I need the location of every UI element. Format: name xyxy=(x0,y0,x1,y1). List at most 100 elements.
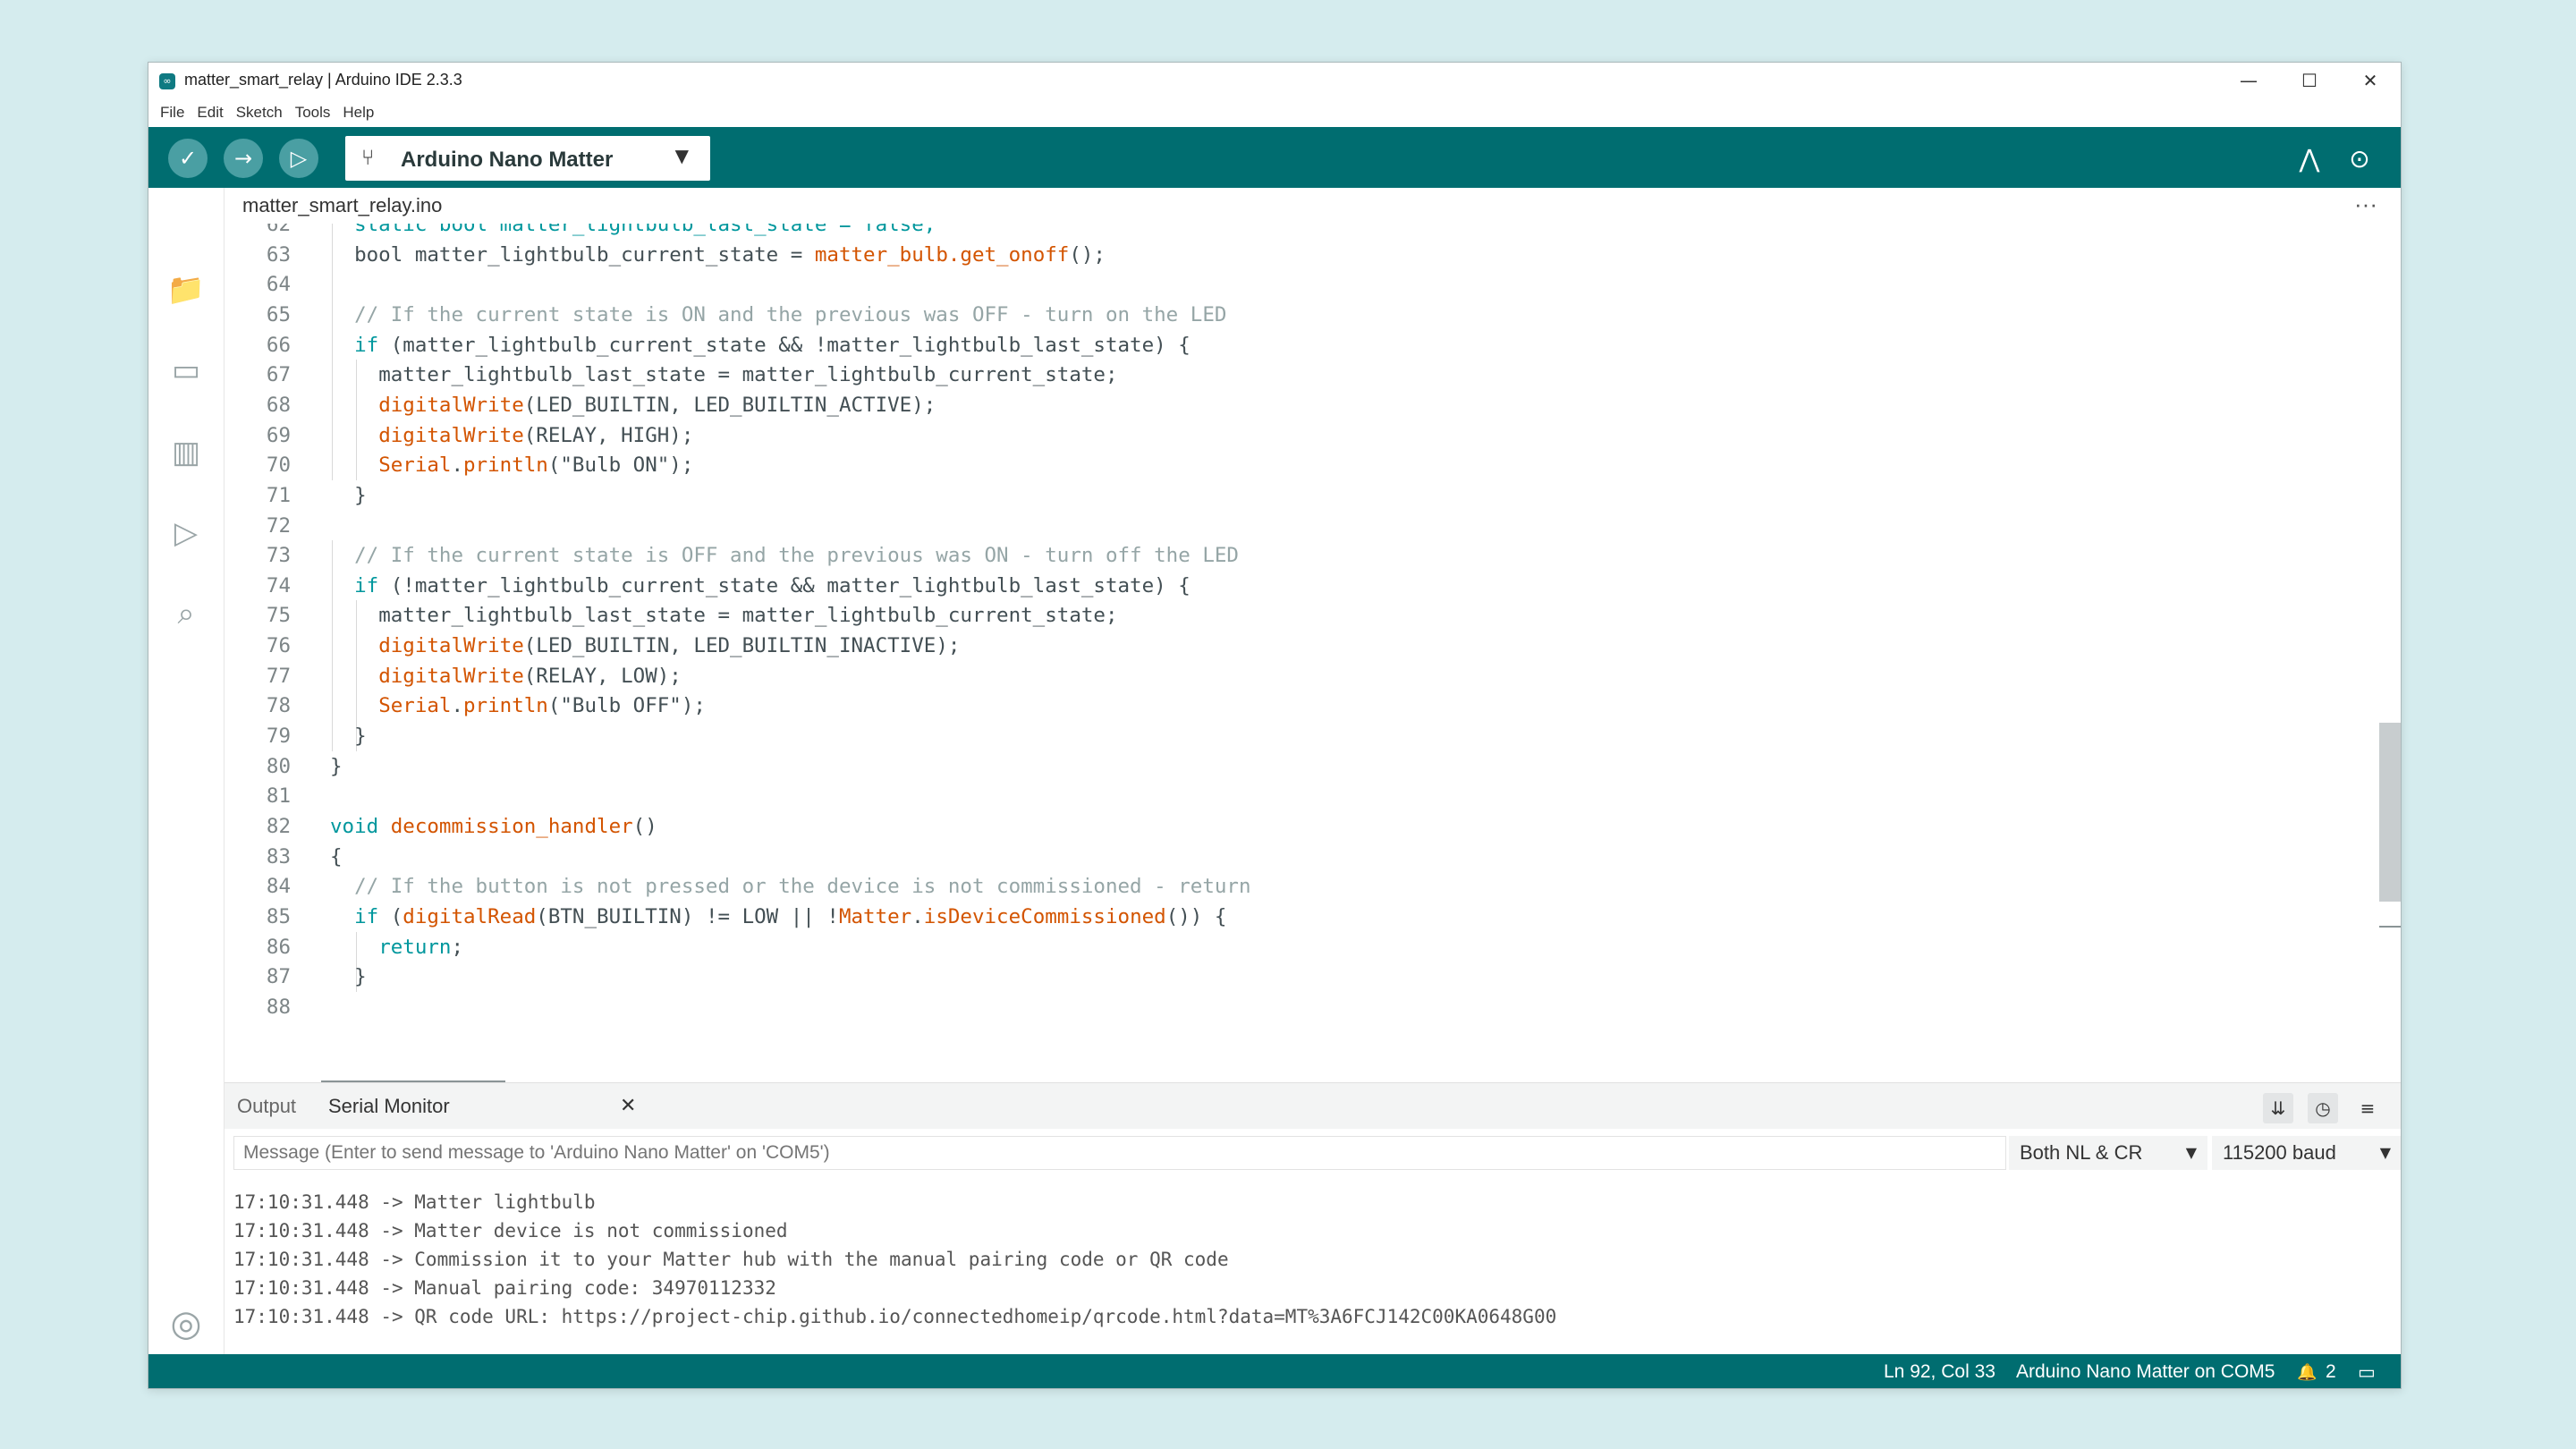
line-number: 70 xyxy=(266,453,291,478)
code-line[interactable]: 81 xyxy=(225,781,291,811)
serial-plotter-button[interactable]: ⋀ xyxy=(2292,141,2327,177)
line-number: 75 xyxy=(266,604,291,628)
code-line[interactable]: 62 static bool matter_lightbulb_last_stat… xyxy=(225,224,936,240)
menu-help[interactable]: Help xyxy=(336,98,380,127)
board-port-status[interactable]: Arduino Nano Matter on COM5 xyxy=(2016,1354,2275,1388)
code-line[interactable]: 84 // If the button is not pressed or the… xyxy=(225,871,1251,902)
code-line[interactable]: 63 bool matter_lightbulb_current_state = … xyxy=(225,240,1106,270)
line-number: 81 xyxy=(266,784,291,809)
code-line[interactable]: 73 // If the current state is OFF and the… xyxy=(225,540,1239,571)
code-line[interactable]: 78 Serial.println("Bulb OFF"); xyxy=(225,691,706,721)
account-icon[interactable]: ◎ xyxy=(166,1304,206,1343)
line-ending-select[interactable]: Both NL & CR ▼ xyxy=(2009,1136,2207,1170)
code-line[interactable]: 75 matter_lightbulb_last_state = matter_l… xyxy=(225,600,1118,631)
code-line[interactable]: 82 void decommission_handler() xyxy=(225,811,657,842)
code-text: bool matter_lightbulb_current_state = ma… xyxy=(354,240,1106,270)
code-token: Matter xyxy=(838,904,912,928)
chevron-down-icon: ▼ xyxy=(2379,1144,2391,1161)
code-line[interactable]: 70 Serial.println("Bulb ON"); xyxy=(225,450,694,480)
tab-serial-monitor[interactable]: Serial Monitor xyxy=(328,1083,450,1130)
code-line[interactable]: 80} xyxy=(225,751,343,782)
autoscroll-icon[interactable]: ⇊ xyxy=(2263,1093,2293,1123)
code-token: digitalWrite xyxy=(378,664,524,688)
code-line[interactable]: 67 matter_lightbulb_last_state = matter_l… xyxy=(225,360,1118,390)
code-line[interactable]: 77 digitalWrite(RELAY, LOW); xyxy=(225,661,682,691)
serial-monitor-button[interactable]: ⊙ xyxy=(2342,141,2377,177)
code-line[interactable]: 86 return; xyxy=(225,932,463,962)
more-options-icon[interactable]: ··· xyxy=(2354,188,2377,220)
code-text: digitalWrite(RELAY, LOW); xyxy=(378,661,682,691)
arduino-ide-window: ∞ matter_smart_relay | Arduino IDE 2.3.3… xyxy=(148,62,2402,1389)
code-line[interactable]: 74 if (!matter_lightbulb_current_state &&… xyxy=(225,571,1191,601)
serial-line: 17:10:31.448 -> Commission it to your Ma… xyxy=(233,1249,1229,1270)
menu-file[interactable]: File xyxy=(154,98,191,127)
menu-edit[interactable]: Edit xyxy=(191,98,229,127)
serial-message-input[interactable] xyxy=(233,1136,2006,1170)
code-token: . xyxy=(451,694,464,718)
toggle-panel-icon[interactable]: ▭ xyxy=(2358,1354,2376,1388)
library-manager-icon[interactable]: ▥ xyxy=(166,433,206,472)
line-number: 68 xyxy=(266,393,291,417)
code-line[interactable]: 66 if (matter_lightbulb_current_state && … xyxy=(225,330,1191,360)
code-line[interactable]: 68 digitalWrite(LED_BUILTIN, LED_BUILTIN_… xyxy=(225,390,936,420)
code-text: if (digitalRead(BTN_BUILTIN) != LOW || !… xyxy=(354,902,1226,932)
code-line[interactable]: 87} xyxy=(225,962,367,992)
code-text: Serial.println("Bulb OFF"); xyxy=(378,691,706,721)
timestamp-icon[interactable]: ◷ xyxy=(2308,1093,2338,1123)
line-ending-value: Both NL & CR xyxy=(2020,1141,2143,1164)
verify-button[interactable]: ✓ xyxy=(168,139,208,178)
close-window-button[interactable]: ✕ xyxy=(2340,63,2401,98)
debug-sidebar-icon[interactable]: ▷ xyxy=(166,513,206,553)
code-line[interactable]: 71} xyxy=(225,480,367,511)
minimize-button[interactable]: — xyxy=(2218,63,2279,98)
upload-button[interactable]: → xyxy=(224,139,263,178)
serial-line: 17:10:31.448 -> Matter device is not com… xyxy=(233,1220,788,1241)
menu-tools[interactable]: Tools xyxy=(289,98,337,127)
code-token: // If the current state is OFF and the p… xyxy=(354,544,1239,568)
code-line[interactable]: 79} xyxy=(225,721,367,751)
search-icon[interactable]: ⌕ xyxy=(166,594,206,633)
cursor-position[interactable]: Ln 92, Col 33 xyxy=(1884,1354,1996,1388)
code-line[interactable]: 83 { xyxy=(225,842,343,872)
code-text: digitalWrite(RELAY, HIGH); xyxy=(378,420,693,451)
code-line[interactable]: 65 // If the current state is ON and the … xyxy=(225,300,1227,330)
code-line[interactable]: 69 digitalWrite(RELAY, HIGH); xyxy=(225,420,694,451)
close-serial-monitor-icon[interactable]: ✕ xyxy=(620,1083,636,1130)
serial-line: 17:10:31.448 -> Matter lightbulb xyxy=(233,1191,596,1213)
code-line[interactable]: 88 xyxy=(225,992,291,1022)
window-title: matter_smart_relay | Arduino IDE 2.3.3 xyxy=(184,71,462,89)
notifications-icon[interactable]: 🔔 xyxy=(2297,1354,2317,1388)
boards-manager-icon[interactable]: ▭ xyxy=(166,351,206,390)
code-text: // If the current state is OFF and the p… xyxy=(354,540,1239,571)
code-token: matter_lightbulb_last_state = matter_lig… xyxy=(378,604,1118,628)
code-token: // If the button is not pressed or the d… xyxy=(354,875,1251,899)
code-token: bool matter_lightbulb_current_state = xyxy=(354,242,815,267)
code-token: (matter_lightbulb_current_state && !matt… xyxy=(378,333,1191,357)
code-line[interactable]: 85 if (digitalRead(BTN_BUILTIN) != LOW ||… xyxy=(225,902,1227,932)
clear-output-icon[interactable]: ≡ xyxy=(2352,1093,2383,1123)
menu-sketch[interactable]: Sketch xyxy=(230,98,289,127)
toolbar: ✓ → ▷ ⑂ Arduino Nano Matter ▼ ⋀ ⊙ xyxy=(148,127,2401,188)
code-line[interactable]: 72 xyxy=(225,511,291,541)
code-token: { xyxy=(330,844,343,869)
usb-icon: ⑂ xyxy=(361,145,375,170)
maximize-button[interactable]: ☐ xyxy=(2279,63,2340,98)
board-selector[interactable]: ⑂ Arduino Nano Matter ▼ xyxy=(345,136,710,181)
code-token: isDeviceCommissioned xyxy=(923,904,1166,928)
line-number: 62 xyxy=(266,224,291,236)
line-number: 79 xyxy=(266,724,291,749)
file-tab[interactable]: matter_smart_relay.ino xyxy=(225,188,459,225)
line-number: 80 xyxy=(266,754,291,778)
code-line[interactable]: 64 xyxy=(225,269,291,300)
tab-output[interactable]: Output xyxy=(237,1083,296,1130)
baud-rate-select[interactable]: 115200 baud ▼ xyxy=(2212,1136,2401,1170)
vertical-scrollbar[interactable] xyxy=(2379,723,2401,902)
code-line[interactable]: 76 digitalWrite(LED_BUILTIN, LED_BUILTIN_… xyxy=(225,631,961,661)
code-editor[interactable]: 62 static bool matter_lightbulb_last_stat… xyxy=(225,224,2401,1082)
code-text: matter_lightbulb_last_state = matter_lig… xyxy=(378,360,1117,390)
sketchbook-icon[interactable]: 📁 xyxy=(166,270,206,309)
code-token: Serial xyxy=(378,453,452,478)
debug-button[interactable]: ▷ xyxy=(279,139,318,178)
indent-guide xyxy=(332,540,333,751)
